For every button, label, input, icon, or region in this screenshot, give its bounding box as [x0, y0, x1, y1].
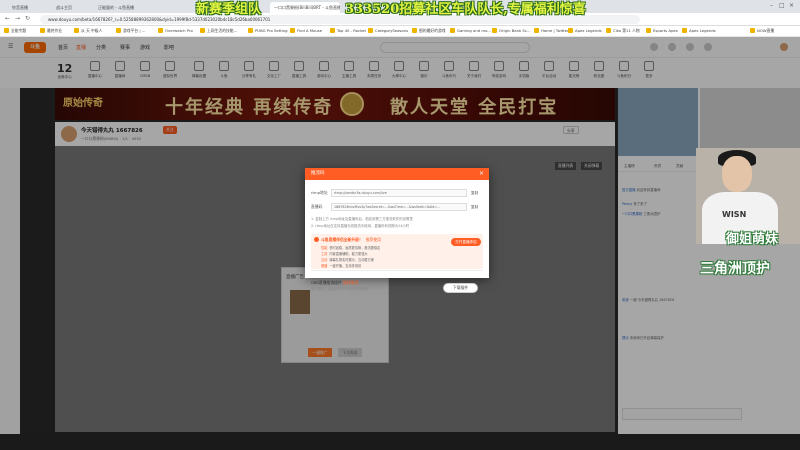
bookmark[interactable]: Esports Apex	[646, 28, 678, 33]
modal-title: 推流码	[311, 171, 325, 176]
bookmark[interactable]: 从 天 中级人	[74, 28, 102, 34]
taskbar	[0, 434, 800, 450]
open-assistant-button[interactable]: 打开直播伴侣	[451, 238, 481, 246]
bookmark[interactable]: 图的最好的游戏	[412, 28, 446, 34]
bookmark[interactable]: Apex Legends	[568, 28, 602, 33]
key-label: 直播码	[311, 204, 323, 209]
streamer-face	[722, 156, 752, 192]
close-window-icon[interactable]: ×	[789, 2, 794, 9]
bookmark[interactable]: Find A Mouse	[290, 28, 322, 33]
forward-icon[interactable]: →	[15, 15, 20, 22]
bookmark[interactable]: Origin Bank Sc...	[492, 28, 531, 33]
reload-icon[interactable]: ↻	[25, 15, 30, 22]
promo-title: 斗鱼直播伴侣全新升级！ 推荐使用	[321, 237, 381, 242]
key-row: 直播码 1667826rlvzMvs3p?wsSecret=...&wsTime…	[311, 203, 483, 211]
bookmark[interactable]: 最终作业	[40, 28, 62, 34]
close-icon[interactable]: ×	[479, 168, 484, 180]
modal-header: 推流码 ×	[305, 168, 489, 180]
bookmark[interactable]: 上网生活的技能...	[200, 28, 237, 34]
browser-tab[interactable]: 铃音直播	[8, 2, 50, 13]
divider	[311, 270, 483, 271]
bookmark[interactable]: Overwatch Pro	[158, 28, 193, 33]
bookmark[interactable]: 游戏平台 | ...	[116, 28, 146, 34]
rtmp-row: rtmp地址 rtmp://sendtc3a.douyu.com/live 复制	[311, 189, 483, 197]
minimize-icon[interactable]: –	[770, 2, 773, 9]
assistant-icon	[314, 237, 319, 242]
assistant-promo: 斗鱼直播伴侣全新升级！ 推荐使用 打开直播伴侣 性能 低时延稳，画质更清晰，推流更稳…	[311, 234, 483, 269]
browser-tab-active[interactable]: 一口口黑果粉(BiliBili)BRT - 斗鱼直播	[270, 2, 340, 13]
bookmark[interactable]: Apex Legends	[682, 28, 716, 33]
cam-caption-2: 三角洲顶护	[700, 261, 770, 277]
rtmp-field[interactable]: rtmp://sendtc3a.douyu.com/live	[331, 189, 467, 197]
bookmark[interactable]: Gaming and mo...	[450, 28, 491, 33]
rtmp-label: rtmp地址	[311, 190, 328, 195]
promo-line: 性能 低时延稳，画质更清晰，推流更稳定	[321, 246, 381, 250]
bookmark[interactable]: Top 40 - Rocket	[330, 28, 366, 33]
shirt-text: WISN	[722, 210, 747, 219]
maximize-icon[interactable]: □	[779, 2, 785, 9]
browser-tab[interactable]: 正能量的 - 斗鱼直播	[94, 2, 138, 13]
bookmark[interactable]: PUBG Pro Setting	[248, 28, 288, 33]
overlay-banner-right: 333520招募社区车队队长,专属福利惊喜	[345, 2, 586, 17]
bookmark[interactable]: 全能专题	[4, 28, 26, 34]
back-icon[interactable]: ←	[5, 15, 10, 22]
modal-note: 1. 复制上方 rtmp地址及直播码后，粘贴到第三方推流软件的设置里	[311, 217, 413, 221]
download-plugin-button[interactable]: 下载插件	[443, 283, 478, 293]
overlay-banner-left: 新赛季组队	[196, 2, 262, 17]
bookmarks-bar: 全能专题 最终作业 从 天 中级人 游戏平台 | ... Overwatch P…	[0, 26, 800, 37]
promo-line: 互动 弹幕礼物实时展示，互动更方便	[321, 258, 374, 262]
bookmark[interactable]: Home | Twitter	[534, 28, 569, 33]
modal-note: 2. rtmp地址仅支持直播无线推流中使用，直播码有效期为24小时	[311, 224, 410, 228]
browser-tab[interactable]: 战斗主页	[52, 2, 92, 13]
obs-plugin-sub: 官方插件，安装后即可开播无需推流码	[311, 287, 369, 291]
bookmark[interactable]: Ciko 第11 人物	[606, 28, 640, 34]
cam-caption-1: 御姐萌妹	[726, 232, 779, 247]
promo-line: 便捷 一键开播，支持多场景	[321, 264, 362, 268]
bookmark[interactable]: NOW直播	[750, 28, 774, 34]
copy-rtmp-button[interactable]: 复制	[471, 189, 478, 197]
bookmark[interactable]: CategorySeasons	[368, 28, 408, 33]
promo-tag: 推荐使用	[365, 237, 381, 242]
stream-key-field[interactable]: 1667826rlvzMvs3p?wsSecret=...&wsTime=...…	[331, 203, 467, 211]
copy-key-button[interactable]: 复制	[471, 203, 478, 211]
promo-line: 工具 内置直播辅助，能力更强大	[321, 252, 368, 256]
stream-key-modal: 推流码 × rtmp地址 rtmp://sendtc3a.douyu.com/l…	[305, 168, 489, 291]
